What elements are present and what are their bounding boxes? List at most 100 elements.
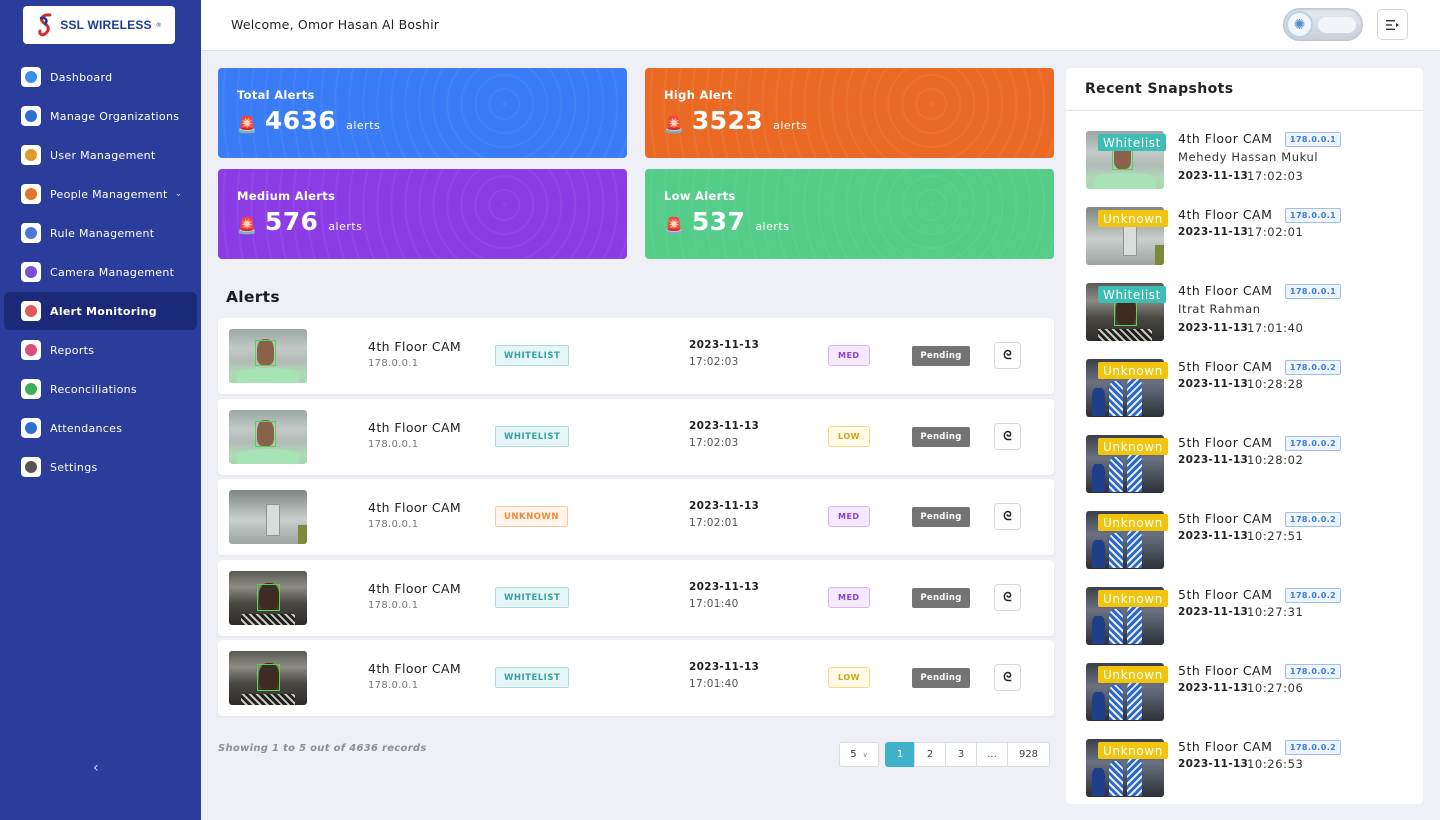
page-button[interactable]: 2 [914,742,946,767]
view-alert-button[interactable]: ᘓ [994,664,1021,691]
welcome-text: Welcome, Omor Hasan Al Boshir [231,17,440,32]
snapshot-time: 10:27:31 [1247,605,1304,619]
alert-time: 17:02:01 [689,517,739,529]
stat-card-high[interactable]: High Alert 🚨 3523 alerts [645,68,1054,158]
sidebar-item-label: User Management [50,148,156,162]
camera-frame [229,651,307,705]
sidebar-item-user-management[interactable]: User Management [4,136,197,174]
stat-card-low[interactable]: Low Alerts 🚨 537 alerts [645,169,1054,259]
page-button[interactable]: 3 [945,742,977,767]
camera-frame [229,490,307,544]
page-button[interactable]: 1 [885,742,915,767]
alert-row[interactable]: 4th Floor CAM 178.0.0.1 UNKNOWN 2023-11-13 1… [218,479,1054,555]
sidebar-item-manage-organizations[interactable]: Manage Organizations [4,97,197,135]
alert-date: 2023-11-13 [689,500,760,512]
view-alert-button[interactable]: ᘓ [994,503,1021,530]
alert-thumbnail[interactable] [229,571,307,625]
alert-thumbnail[interactable] [229,490,307,544]
view-alert-button[interactable]: ᘓ [994,342,1021,369]
snapshot-type-badge: Unknown [1098,514,1168,531]
snapshot-date: 2023-11-13 [1178,454,1249,466]
alert-thumbnail[interactable] [229,329,307,383]
snapshot-item[interactable]: Unknown 5th Floor CAM 178.0.0.2 2023-11-13 1… [1086,739,1406,799]
alert-date: 2023-11-13 [689,661,760,673]
snapshot-camera: 5th Floor CAM [1178,663,1273,678]
snapshot-time: 10:26:53 [1247,757,1304,771]
sidebar-item-label: People Management [50,187,168,201]
user-icon [21,145,41,165]
siren-icon: 🚨 [237,216,257,235]
alert-time: 17:02:03 [689,437,739,449]
snapshot-ip-badge: 178.0.0.1 [1285,284,1342,299]
brand-logo[interactable]: SSL WIRELESS ® [23,6,175,44]
snapshot-item[interactable]: Whitelist 4th Floor CAM 178.0.0.1 Mehedy Ha… [1086,131,1406,191]
camera-frame [229,571,307,625]
snapshot-item[interactable]: Unknown 5th Floor CAM 178.0.0.2 2023-11-13 1… [1086,435,1406,495]
sidebar-item-rule-management[interactable]: Rule Management [4,214,197,252]
view-alert-button[interactable]: ᘓ [994,584,1021,611]
status-badge: Pending [912,346,970,366]
snapshot-item[interactable]: Unknown 5th Floor CAM 178.0.0.2 2023-11-13 1… [1086,511,1406,571]
alert-row[interactable]: 4th Floor CAM 178.0.0.1 WHITELIST 2023-11-1… [218,318,1054,394]
chevron-down-icon: ⌄ [174,189,183,199]
alert-time: 17:01:40 [689,598,739,610]
brand-mark: ® [155,21,162,29]
sidebar-item-reconciliations[interactable]: Reconciliations [4,370,197,408]
snapshot-item[interactable]: Unknown 5th Floor CAM 178.0.0.2 2023-11-13 1… [1086,359,1406,419]
alert-thumbnail[interactable] [229,410,307,464]
stat-card-medium[interactable]: Medium Alerts 🚨 576 alerts [218,169,627,259]
snapshot-item[interactable]: Unknown 5th Floor CAM 178.0.0.2 2023-11-13 1… [1086,587,1406,647]
stat-title: Total Alerts [237,88,315,102]
alert-row[interactable]: 4th Floor CAM 178.0.0.1 WHITELIST 2023-11-1… [218,399,1054,475]
sidebar-collapse-button[interactable]: ‹ [93,760,99,776]
camera-name: 4th Floor CAM [368,420,462,435]
sidebar-item-label: Manage Organizations [50,109,180,123]
page-button[interactable]: 928 [1007,742,1050,767]
alert-row[interactable]: 4th Floor CAM 178.0.0.1 WHITELIST 2023-11-1… [218,640,1054,716]
menu-toggle-button[interactable] [1377,9,1408,40]
sidebar-item-dashboard[interactable]: Dashboard [4,58,197,96]
theme-toggle[interactable]: ✺ [1283,8,1363,41]
stat-value: 576 [264,207,319,236]
reports-icon [21,340,41,360]
stat-title: Low Alerts [664,189,736,203]
sidebar-nav: Dashboard Manage Organizations User Manage… [0,58,201,487]
sidebar: SSL WIRELESS ® Dashboard Manage Organizati… [0,0,201,820]
snapshot-item[interactable]: Unknown 5th Floor CAM 178.0.0.2 2023-11-13 1… [1086,663,1406,723]
snapshot-ip-badge: 178.0.0.2 [1285,512,1342,527]
alert-date: 2023-11-13 [689,420,760,432]
sidebar-item-attendances[interactable]: Attendances [4,409,197,447]
alert-icon [21,301,41,321]
topbar: Welcome, Omor Hasan Al Boshir ✺ [201,0,1440,51]
rules-icon [21,223,41,243]
snapshot-time: 10:27:51 [1247,529,1304,543]
snapshot-camera: 4th Floor CAM [1178,283,1273,298]
per-page-select[interactable]: 5 ∨ [839,742,879,767]
snapshot-time: 17:02:03 [1247,169,1304,183]
sidebar-item-alert-monitoring[interactable]: Alert Monitoring [4,292,197,330]
sidebar-item-label: Camera Management [50,265,175,279]
sidebar-item-settings[interactable]: Settings [4,448,197,486]
view-alert-button[interactable]: ᘓ [994,423,1021,450]
snapshot-item[interactable]: Whitelist 4th Floor CAM 178.0.0.1 Itrat Rah… [1086,283,1406,343]
siren-icon: 🚨 [237,115,257,134]
snapshot-date: 2023-11-13 [1178,530,1249,542]
camera-name: 4th Floor CAM [368,661,462,676]
snapshot-camera: 5th Floor CAM [1178,587,1273,602]
sidebar-item-camera-management[interactable]: Camera Management [4,253,197,291]
menu-toggle-icon [1385,19,1399,30]
chevron-down-icon: ∨ [862,750,868,759]
snapshot-person: Mehedy Hassan Mukul [1178,150,1319,164]
camera-ip: 178.0.0.1 [368,439,419,450]
snapshot-type-badge: Whitelist [1098,134,1166,151]
sidebar-item-reports[interactable]: Reports [4,331,197,369]
alert-row[interactable]: 4th Floor CAM 178.0.0.1 WHITELIST 2023-11-1… [218,560,1054,636]
list-type-badge: WHITELIST [495,345,570,366]
detail-icon: ᘓ [1003,590,1012,604]
stat-card-total[interactable]: Total Alerts 🚨 4636 alerts [218,68,627,158]
sidebar-item-people-management[interactable]: People Management ⌄ [4,175,197,213]
alert-thumbnail[interactable] [229,651,307,705]
page-button[interactable]: ... [976,742,1008,767]
snapshot-item[interactable]: Unknown 4th Floor CAM 178.0.0.1 2023-11-13 1… [1086,207,1406,267]
snapshot-date: 2023-11-13 [1178,758,1249,770]
